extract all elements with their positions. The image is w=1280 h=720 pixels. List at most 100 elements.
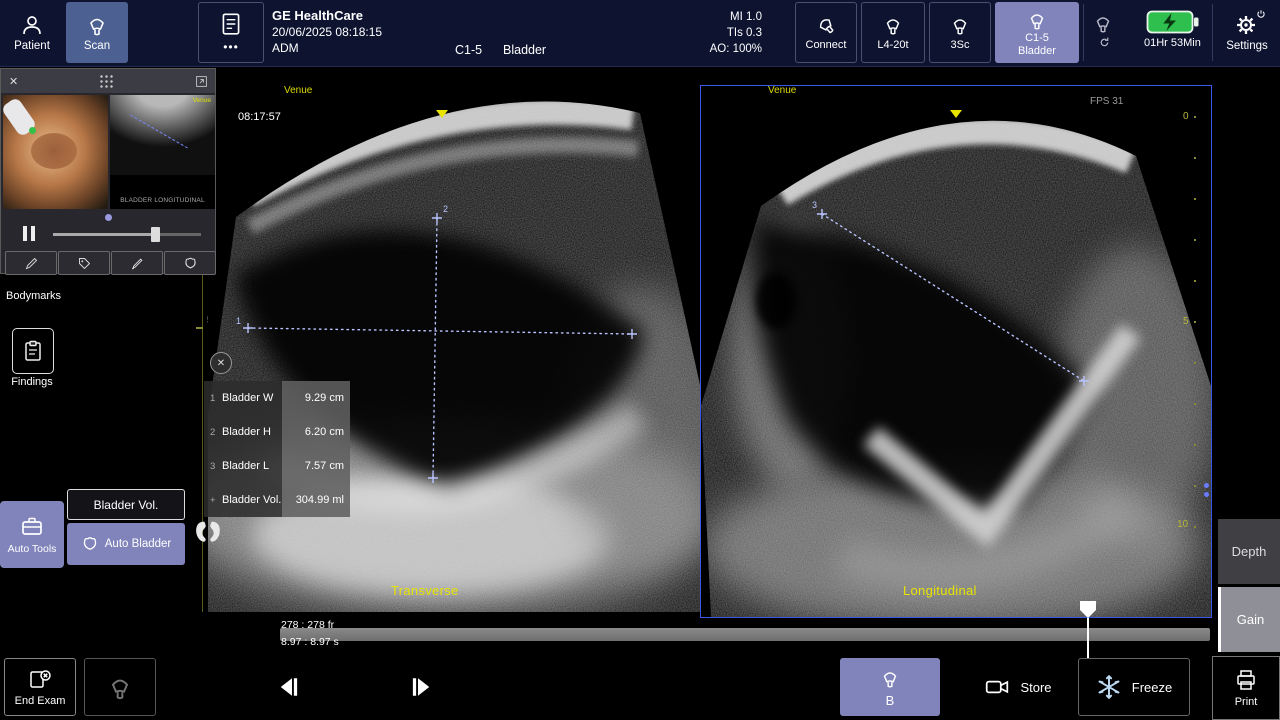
right-venue-logo: Venue xyxy=(768,85,796,96)
measurement-label: Bladder Vol. xyxy=(222,494,281,506)
probe-l4-20t-button[interactable]: L4-20t xyxy=(861,2,925,63)
gear-icon xyxy=(1234,13,1258,37)
probe-3sc-label: 3Sc xyxy=(951,39,970,51)
worksheet-button[interactable]: ••• xyxy=(198,2,264,63)
auto-bladder-icon xyxy=(81,535,99,553)
carousel-dot[interactable] xyxy=(105,214,112,221)
left-image-time: 08:17:57 xyxy=(238,111,281,123)
scan-probe-icon xyxy=(85,13,109,37)
bladder-tool-button[interactable] xyxy=(164,251,216,275)
settings-button[interactable]: Settings xyxy=(1216,2,1278,63)
depth-button[interactable]: Depth xyxy=(1218,519,1280,584)
patient-button[interactable]: Patient xyxy=(2,2,62,63)
print-button[interactable]: Print xyxy=(1212,656,1280,720)
briefcase-icon xyxy=(20,514,44,538)
measurement-label: Bladder H xyxy=(222,426,271,438)
bodymarks-button[interactable]: Bodymarks xyxy=(6,290,61,302)
cine-marker-line xyxy=(1087,618,1089,658)
ao-value: AO: 100% xyxy=(700,41,762,57)
scan-button[interactable]: Scan xyxy=(66,2,128,63)
measurement-row: 2Bladder H 6.20 cm xyxy=(204,415,350,449)
measurement-close-button[interactable]: ✕ xyxy=(210,352,232,374)
store-button[interactable]: Store xyxy=(962,658,1074,716)
datetime-text: 20/06/2025 08:18:15 xyxy=(272,24,382,40)
next-frame-button[interactable] xyxy=(386,658,460,716)
probe-3sc-button[interactable]: 3Sc xyxy=(929,2,991,63)
measurement-number: + xyxy=(210,495,217,506)
review-panel-header[interactable]: ✕ xyxy=(1,69,215,93)
measurement-value: 304.99 ml xyxy=(282,483,350,517)
scan-label: Scan xyxy=(84,40,110,52)
tis-value: TIs 0.3 xyxy=(700,25,762,41)
freeze-label: Freeze xyxy=(1132,680,1172,695)
findings-button[interactable] xyxy=(12,328,54,374)
pause-button[interactable] xyxy=(23,226,35,241)
measurement-label: Bladder W xyxy=(222,392,273,404)
bodymark-thumbnail[interactable] xyxy=(3,95,108,209)
probe-marker-dot xyxy=(29,127,36,134)
more-dots: ••• xyxy=(223,40,239,54)
measurement-row: + Bladder Vol. 304.99 ml xyxy=(204,483,350,517)
connect-probe-button[interactable]: Connect xyxy=(795,2,857,63)
end-exam-button[interactable]: End Exam xyxy=(4,658,76,716)
brand-text: GE HealthCare xyxy=(272,8,382,24)
connect-label: Connect xyxy=(806,39,847,51)
probe-c1-5-label: C1-5 xyxy=(1025,32,1049,44)
right-ruler-5: 5 xyxy=(1183,316,1189,327)
marker-tool-button[interactable] xyxy=(111,251,163,275)
panel-drag-handle-icon[interactable] xyxy=(99,74,114,89)
current-exam-text: Bladder xyxy=(503,43,546,57)
bladder-vol-button[interactable]: Bladder Vol. xyxy=(67,489,185,520)
depth-label: Depth xyxy=(1232,544,1267,559)
kidneys-icon[interactable] xyxy=(191,516,225,550)
cine-loop-bar[interactable] xyxy=(280,628,1210,641)
panel-expand-icon[interactable] xyxy=(195,75,208,88)
probe-charge-icon xyxy=(1098,36,1111,49)
b-mode-label: B xyxy=(886,693,895,708)
current-probe-text: C1-5 xyxy=(455,43,482,57)
findings-label: Findings xyxy=(6,376,58,388)
cine-slider-track[interactable] xyxy=(53,233,201,236)
probe-c1-5-active-button[interactable]: C1-5 Bladder xyxy=(995,2,1079,63)
power-icon xyxy=(1256,9,1266,19)
transverse-label: Transverse xyxy=(391,583,459,598)
cine-position-marker[interactable] xyxy=(1079,600,1097,619)
transverse-ultrasound-image[interactable] xyxy=(208,85,700,612)
ultrasound-thumbnail[interactable]: Venue BLADDER LONGITUDINAL xyxy=(110,95,215,209)
gain-indicator-dot-1[interactable] xyxy=(1204,483,1209,488)
panel-close-icon[interactable]: ✕ xyxy=(9,75,18,88)
orientation-marker-right xyxy=(950,110,962,118)
bladder-vol-label: Bladder Vol. xyxy=(94,498,159,512)
probe-shortcut-button[interactable] xyxy=(84,658,156,716)
gain-button[interactable]: Gain xyxy=(1218,587,1280,652)
measurement-number: 3 xyxy=(210,461,217,472)
fps-label: FPS 31 xyxy=(1090,96,1123,107)
auto-tools-button[interactable]: Auto Tools xyxy=(0,501,64,568)
longitudinal-ultrasound-image[interactable] xyxy=(700,85,1212,618)
print-label: Print xyxy=(1235,696,1258,708)
exam-info-block: GE HealthCare 20/06/2025 08:18:15 ADM xyxy=(272,8,382,56)
previous-frame-icon xyxy=(272,672,302,702)
gain-indicator-dot-2[interactable] xyxy=(1204,492,1209,497)
probe-disabled-icon xyxy=(106,673,134,701)
mi-value: MI 1.0 xyxy=(700,9,762,25)
annotate-tool-button[interactable] xyxy=(5,251,57,275)
patient-icon xyxy=(20,13,44,37)
thumbnail-venue-logo: Venue xyxy=(193,97,211,104)
probe-c1-5-exam-label: Bladder xyxy=(1018,45,1056,57)
measurement-label: Bladder L xyxy=(222,460,269,472)
freeze-button[interactable]: Freeze xyxy=(1078,658,1190,716)
right-ruler-10: 10 xyxy=(1177,519,1188,530)
orientation-marker-left xyxy=(436,110,448,118)
probe-c1-5-icon xyxy=(1026,9,1048,31)
cine-slider-handle[interactable] xyxy=(151,227,160,242)
label-tool-button[interactable] xyxy=(58,251,110,275)
review-panel: ✕ Venue BLADDER LONGITUDINAL xyxy=(0,68,216,274)
battery-time-text: 01Hr 53Min xyxy=(1144,37,1201,49)
tag-icon xyxy=(77,256,92,271)
findings-clipboard-icon xyxy=(21,339,45,363)
auto-bladder-button[interactable]: Auto Bladder xyxy=(67,523,185,565)
previous-frame-button[interactable] xyxy=(250,658,324,716)
close-icon: ✕ xyxy=(217,358,225,369)
b-mode-button[interactable]: B xyxy=(840,658,940,716)
